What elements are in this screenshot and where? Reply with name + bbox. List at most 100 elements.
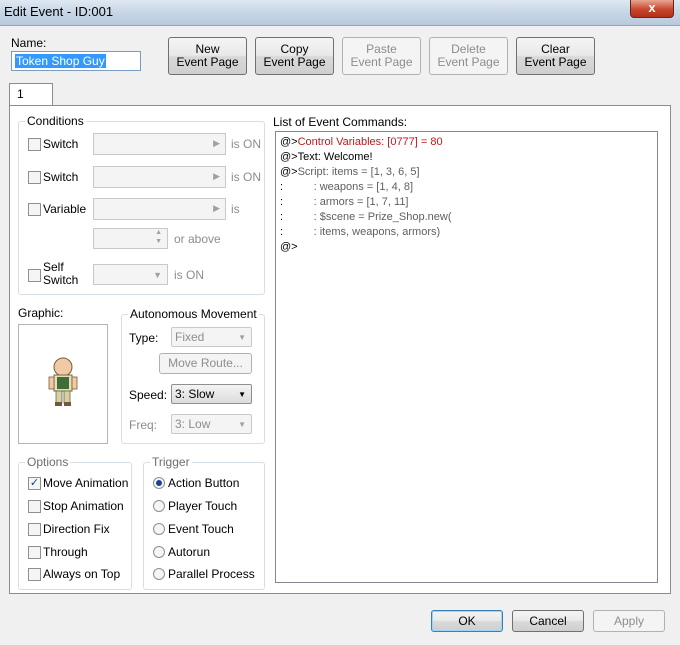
through-checkbox[interactable] [28, 546, 41, 559]
command-text: Text: Welcome! [297, 151, 373, 163]
command-text: Script: items = [1, 3, 6, 5] [297, 166, 420, 178]
move-animation-label: Move Animation [43, 476, 129, 490]
checkmark-icon: ✓ [29, 477, 40, 489]
player-touch-label: Player Touch [168, 499, 238, 513]
event-command-line[interactable]: : : $scene = Prize_Shop.new( [280, 210, 653, 225]
character-sprite-icon [48, 357, 78, 406]
event-touch-label: Event Touch [168, 522, 234, 536]
stop-animation-checkbox[interactable] [28, 500, 41, 513]
name-input[interactable]: Token Shop Guy [11, 51, 141, 71]
switch2-label: Switch [43, 170, 79, 184]
clear-event-page-button[interactable]: Clear Event Page [516, 37, 595, 75]
move-animation-checkbox[interactable]: ✓ [28, 477, 41, 490]
through-label: Through [43, 545, 88, 559]
event-commands-label: List of Event Commands: [273, 115, 408, 129]
variable-value-spinner[interactable]: ▲ ▼ [93, 228, 168, 249]
conditions-title: Conditions [25, 114, 86, 128]
command-text: : weapons = [1, 4, 8] [283, 181, 413, 193]
autonomous-movement-group: Autonomous Movement Type: Fixed ▼ Move R… [121, 307, 265, 444]
apply-button[interactable]: Apply [593, 610, 665, 632]
event-command-line[interactable]: : : armors = [1, 7, 11] [280, 195, 653, 210]
event-commands-list[interactable]: @>Control Variables: [0777] = 80 @>Text: … [275, 131, 658, 583]
event-command-line[interactable]: : : weapons = [1, 4, 8] [280, 180, 653, 195]
self-switch-selector[interactable]: ▼ [93, 264, 168, 285]
tab-page-1-label: 1 [17, 87, 24, 101]
paste-event-page-button[interactable]: Paste Event Page [342, 37, 421, 75]
name-label: Name: [11, 36, 47, 50]
chevron-right-icon: ▶ [213, 138, 220, 148]
switch2-suffix: is ON [231, 170, 261, 184]
autorun-label: Autorun [168, 545, 211, 559]
variable-checkbox[interactable] [28, 203, 41, 216]
chevron-right-icon: ▶ [213, 203, 220, 213]
direction-fix-label: Direction Fix [43, 522, 110, 536]
switch1-checkbox[interactable] [28, 138, 41, 151]
action-button-radio[interactable] [153, 477, 165, 489]
player-touch-radio[interactable] [153, 500, 165, 512]
event-touch-radio[interactable] [153, 523, 165, 535]
event-command-line[interactable]: @> [280, 240, 653, 255]
cancel-button[interactable]: Cancel [512, 610, 584, 632]
tab-page-1[interactable]: 1 [9, 83, 53, 106]
event-command-line[interactable]: @>Script: items = [1, 3, 6, 5] [280, 165, 653, 180]
window-title: Edit Event - ID:001 [4, 4, 114, 19]
conditions-group: Conditions Switch ▶ is ON Switch ▶ is ON… [18, 114, 265, 295]
command-text: : $scene = Prize_Shop.new( [283, 211, 452, 223]
graphic-label: Graphic: [18, 306, 64, 320]
always-on-top-label: Always on Top [43, 567, 121, 581]
move-route-button[interactable]: Move Route... [159, 353, 252, 374]
action-button-label: Action Button [168, 476, 240, 490]
autorun-radio[interactable] [153, 546, 165, 558]
movement-type-label: Type: [129, 331, 159, 345]
delete-event-page-button[interactable]: Delete Event Page [429, 37, 508, 75]
trigger-title: Trigger [150, 455, 192, 469]
new-event-page-button[interactable]: New Event Page [168, 37, 247, 75]
movement-freq-dropdown[interactable]: 3: Low ▼ [171, 414, 252, 434]
self-switch-checkbox[interactable] [28, 269, 41, 282]
switch2-selector[interactable]: ▶ [93, 166, 226, 188]
graphic-preview[interactable] [18, 324, 108, 444]
switch2-checkbox[interactable] [28, 171, 41, 184]
event-page-panel: Conditions Switch ▶ is ON Switch ▶ is ON… [9, 105, 671, 594]
variable-or-above: or above [174, 232, 221, 246]
ok-button[interactable]: OK [431, 610, 503, 632]
close-icon: x [648, 0, 656, 15]
edit-event-dialog: Name: Token Shop Guy New Event Page Copy… [0, 26, 680, 645]
autonomous-movement-title: Autonomous Movement [128, 307, 259, 321]
command-prefix: @> [280, 166, 298, 178]
direction-fix-checkbox[interactable] [28, 523, 41, 536]
self-switch-suffix: is ON [174, 268, 204, 282]
event-command-line[interactable]: @>Control Variables: [0777] = 80 [280, 135, 653, 150]
window-close-button[interactable]: x [630, 0, 674, 18]
chevron-down-icon: ▼ [238, 420, 246, 429]
switch1-suffix: is ON [231, 137, 261, 151]
chevron-down-icon: ▼ [238, 333, 246, 342]
movement-speed-dropdown[interactable]: 3: Slow ▼ [171, 384, 252, 404]
command-prefix: @> [280, 136, 298, 148]
command-text: Control Variables: [0777] = 80 [297, 136, 443, 148]
parallel-process-radio[interactable] [153, 568, 165, 580]
variable-label: Variable [43, 202, 87, 216]
trigger-group: Trigger Action Button Player Touch Event… [143, 455, 265, 590]
switch1-label: Switch [43, 137, 79, 151]
parallel-process-label: Parallel Process [168, 567, 255, 581]
movement-type-dropdown[interactable]: Fixed ▼ [171, 327, 252, 347]
event-command-line[interactable]: : : items, weapons, armors) [280, 225, 653, 240]
copy-event-page-button[interactable]: Copy Event Page [255, 37, 334, 75]
switch1-selector[interactable]: ▶ [93, 133, 226, 155]
variable-selector[interactable]: ▶ [93, 198, 226, 220]
movement-freq-label: Freq: [129, 418, 158, 432]
variable-suffix: is [231, 202, 240, 216]
chevron-down-icon: ▼ [153, 270, 162, 280]
event-command-line[interactable]: @>Text: Welcome! [280, 150, 653, 165]
options-group: Options ✓ Move Animation Stop Animation … [18, 455, 132, 590]
options-title: Options [25, 455, 71, 469]
spin-up-icon: ▲ [155, 229, 162, 236]
title-bar: Edit Event - ID:001 x [0, 0, 680, 26]
stop-animation-label: Stop Animation [43, 499, 124, 513]
movement-speed-label: Speed: [129, 388, 168, 402]
movement-type-value: Fixed [175, 330, 205, 344]
always-on-top-checkbox[interactable] [28, 568, 41, 581]
self-switch-label: Self Switch [43, 260, 79, 287]
command-text: : items, weapons, armors) [283, 226, 441, 238]
